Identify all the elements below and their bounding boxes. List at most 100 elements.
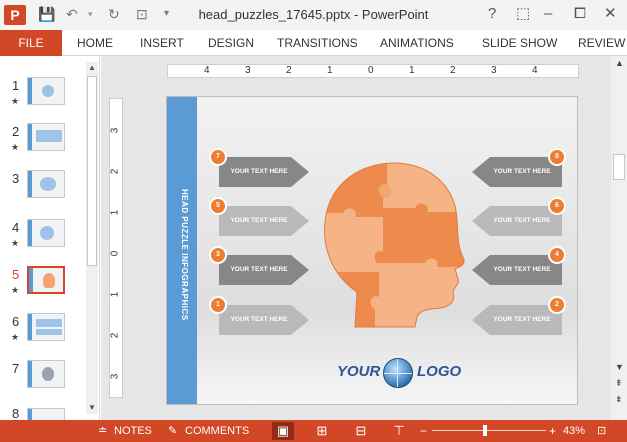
text-box-3[interactable]: YOUR TEXT HERE bbox=[219, 255, 309, 285]
scroll-up-icon[interactable]: ▲ bbox=[615, 58, 624, 68]
ruler-tick: 3 bbox=[245, 65, 251, 76]
slide-thumbnail bbox=[27, 360, 65, 388]
help-icon[interactable]: ? bbox=[488, 5, 496, 23]
tab-transitions[interactable]: TRANSITIONS bbox=[277, 30, 358, 56]
zoom-in-icon[interactable]: + bbox=[549, 424, 556, 438]
globe-icon bbox=[383, 358, 413, 388]
tab-file[interactable]: FILE bbox=[0, 30, 62, 56]
thumbnail-slide-7[interactable]: 7 bbox=[0, 360, 84, 399]
logo-text-right: LOGO bbox=[417, 363, 462, 380]
ruler-tick: 1 bbox=[409, 65, 415, 76]
comments-icon[interactable]: ✎ bbox=[168, 424, 177, 438]
scroll-down-icon[interactable]: ▼ bbox=[88, 403, 96, 412]
scrollbar-thumb[interactable] bbox=[613, 154, 625, 180]
number-badge-4: 4 bbox=[548, 246, 566, 264]
ruler-tick: 0 bbox=[109, 250, 121, 257]
ribbon-tabs: FILE HOME INSERT DESIGN TRANSITIONS ANIM… bbox=[0, 30, 627, 56]
slide-thumbnail bbox=[27, 313, 65, 341]
thumbnail-slide-4[interactable]: 4 ★ bbox=[0, 219, 84, 258]
comments-button[interactable]: COMMENTS bbox=[185, 424, 249, 438]
slide-number: 7 bbox=[12, 361, 20, 376]
animation-star-icon: ★ bbox=[11, 142, 20, 152]
slide-number: 2 bbox=[12, 124, 20, 139]
slide-canvas[interactable]: HEAD PUZZLE INFOGRAPHICS YOUR TEXT HERE … bbox=[166, 96, 578, 405]
text-box-1[interactable]: YOUR TEXT HERE bbox=[219, 305, 309, 335]
tab-insert[interactable]: INSERT bbox=[140, 30, 184, 56]
previous-slide-icon[interactable]: ⇞ bbox=[615, 378, 623, 389]
slide-number: 1 bbox=[12, 78, 20, 93]
window-title: head_puzzles_17645.pptx - PowerPoint bbox=[198, 7, 429, 22]
slide-thumbnail bbox=[27, 266, 65, 294]
slide-sorter-icon[interactable]: ⊞ bbox=[311, 422, 333, 440]
animation-star-icon: ★ bbox=[11, 285, 20, 295]
number-badge-8: 8 bbox=[548, 148, 566, 166]
scroll-up-icon[interactable]: ▲ bbox=[88, 63, 96, 72]
slide-thumbnail bbox=[27, 123, 65, 151]
animation-star-icon: ★ bbox=[11, 238, 20, 248]
tab-animations[interactable]: ANIMATIONS bbox=[380, 30, 454, 56]
thumbnail-scrollbar[interactable]: ▲ ▼ bbox=[86, 62, 98, 414]
status-bar: ≐ NOTES ✎ COMMENTS ▣ ⊞ ⊟ ⊤ − + 43% ⊡ bbox=[0, 420, 627, 442]
normal-view-icon[interactable]: ▣ bbox=[272, 422, 294, 440]
slide-number: 8 bbox=[12, 408, 20, 420]
thumbnail-slide-8[interactable]: 8 bbox=[0, 408, 84, 420]
tab-design[interactable]: DESIGN bbox=[208, 30, 254, 56]
notes-icon[interactable]: ≐ bbox=[98, 424, 107, 438]
next-slide-icon[interactable]: ⇟ bbox=[615, 394, 623, 405]
slide-number: 4 bbox=[12, 220, 20, 235]
ruler-tick: 3 bbox=[109, 127, 121, 134]
slide-thumbnail bbox=[27, 77, 65, 105]
tab-home[interactable]: HOME bbox=[77, 30, 113, 56]
fit-to-window-icon[interactable]: ⊡ bbox=[597, 424, 606, 438]
scroll-down-icon[interactable]: ▼ bbox=[615, 362, 624, 372]
ruler-tick: 4 bbox=[532, 65, 538, 76]
animation-star-icon: ★ bbox=[11, 96, 20, 106]
slideshow-view-icon[interactable]: ⊤ bbox=[388, 422, 410, 440]
zoom-level[interactable]: 43% bbox=[563, 424, 585, 438]
ruler-tick: 0 bbox=[368, 65, 374, 76]
thumbnail-slide-5[interactable]: 5 ★ bbox=[0, 266, 84, 305]
zoom-slider[interactable] bbox=[432, 430, 546, 431]
slide-thumbnail bbox=[27, 219, 65, 247]
puzzle-head-graphic[interactable] bbox=[317, 157, 467, 337]
slide-vertical-title[interactable]: HEAD PUZZLE INFOGRAPHICS bbox=[175, 189, 189, 321]
logo-text-left: YOUR bbox=[337, 363, 381, 380]
ruler-tick: 1 bbox=[327, 65, 333, 76]
horizontal-ruler: 4 3 2 1 0 1 2 3 4 bbox=[167, 64, 579, 78]
thumbnail-slide-2[interactable]: 2 ★ bbox=[0, 123, 84, 162]
number-badge-1: 1 bbox=[209, 296, 227, 314]
ruler-tick: 3 bbox=[491, 65, 497, 76]
number-badge-6: 6 bbox=[548, 197, 566, 215]
minimize-icon[interactable]: – bbox=[544, 5, 552, 23]
notes-button[interactable]: NOTES bbox=[114, 424, 152, 438]
zoom-slider-knob[interactable] bbox=[483, 425, 487, 436]
logo: YOUR LOGO bbox=[337, 357, 467, 389]
thumbnail-slide-6[interactable]: 6 ★ bbox=[0, 313, 84, 352]
ruler-tick: 1 bbox=[109, 209, 121, 216]
slide-number: 3 bbox=[12, 171, 20, 186]
slide-side-bar: HEAD PUZZLE INFOGRAPHICS bbox=[167, 97, 197, 404]
editor-scrollbar[interactable]: ▲ ▼ ⇞ ⇟ bbox=[611, 56, 627, 420]
ribbon-display-icon[interactable]: ⬚ bbox=[516, 5, 530, 23]
restore-icon[interactable]: ⧠ bbox=[574, 5, 586, 23]
close-icon[interactable]: ✕ bbox=[604, 5, 617, 23]
vertical-ruler: 3 2 1 0 1 2 3 bbox=[109, 98, 123, 398]
slide-thumbnail bbox=[27, 170, 65, 198]
ruler-tick: 4 bbox=[204, 65, 210, 76]
slide-thumbnail-pane: 1 ★ 2 ★ 3 4 ★ 5 ★ 6 ★ 7 8 ▲ ▼ bbox=[0, 56, 100, 420]
number-badge-3: 3 bbox=[209, 246, 227, 264]
scrollbar-thumb[interactable] bbox=[87, 76, 97, 266]
zoom-out-icon[interactable]: − bbox=[420, 424, 427, 438]
number-badge-5: 5 bbox=[209, 197, 227, 215]
number-badge-2: 2 bbox=[548, 296, 566, 314]
tab-slide-show[interactable]: SLIDE SHOW bbox=[482, 30, 557, 56]
slide-thumbnail bbox=[27, 408, 65, 420]
reading-view-icon[interactable]: ⊟ bbox=[350, 422, 372, 440]
thumbnail-slide-1[interactable]: 1 ★ bbox=[0, 77, 84, 116]
tab-review[interactable]: REVIEW bbox=[578, 30, 625, 56]
text-box-7[interactable]: YOUR TEXT HERE bbox=[219, 157, 309, 187]
thumbnail-slide-3[interactable]: 3 bbox=[0, 170, 84, 209]
text-box-5[interactable]: YOUR TEXT HERE bbox=[219, 206, 309, 236]
slide-number: 6 bbox=[12, 314, 20, 329]
number-badge-7: 7 bbox=[209, 148, 227, 166]
